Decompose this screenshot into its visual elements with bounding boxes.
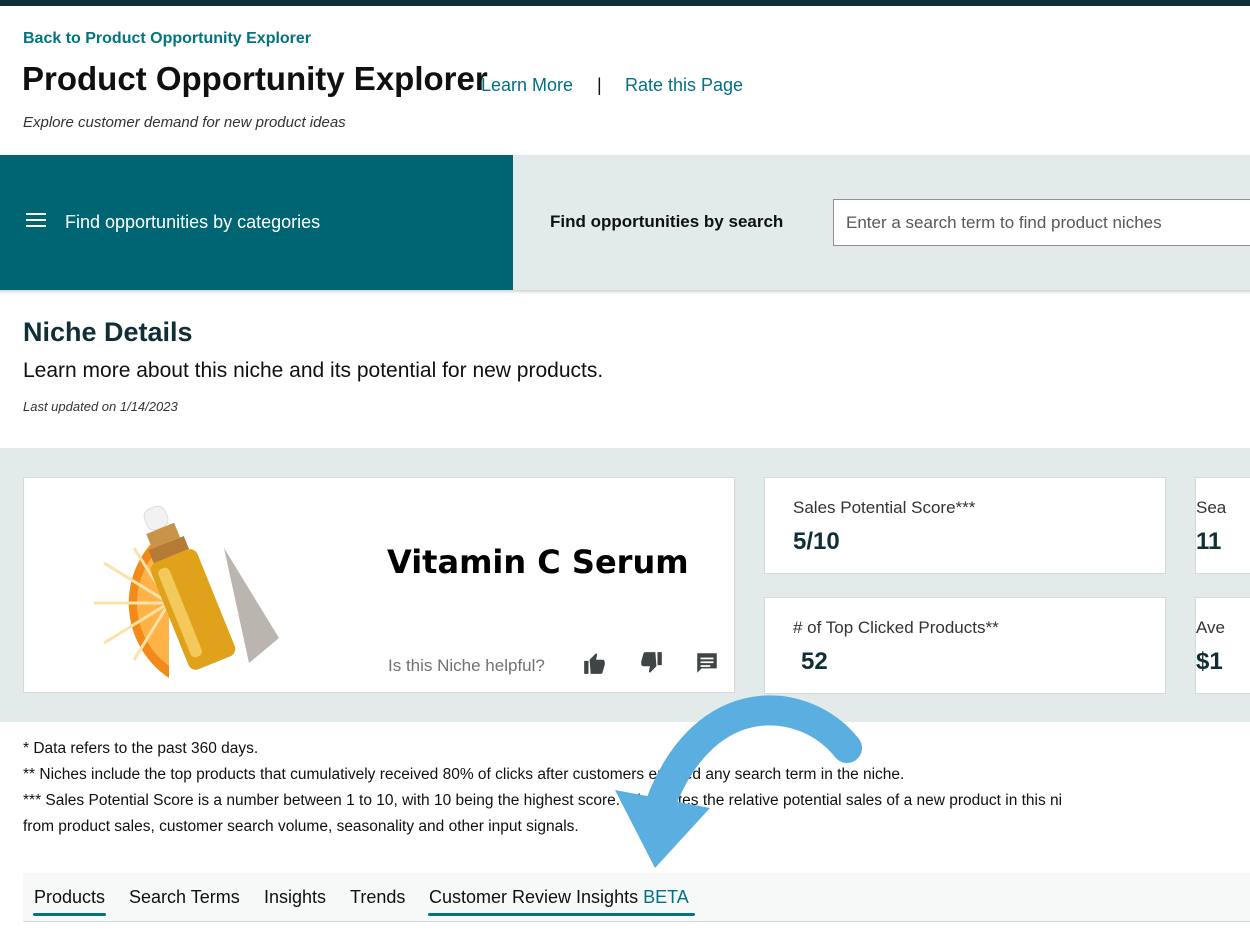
last-updated: Last updated on 1/14/2023 bbox=[23, 399, 178, 414]
tab-review-underline bbox=[428, 913, 695, 916]
metric-label: Sales Potential Score*** bbox=[793, 498, 976, 517]
metric-value: 11 bbox=[1196, 528, 1222, 555]
niche-description: Learn more about this niche and its pote… bbox=[23, 359, 604, 382]
page-title: Product Opportunity Explorer bbox=[22, 60, 488, 97]
comment-icon[interactable] bbox=[694, 650, 720, 676]
tab-trends[interactable]: Trends bbox=[350, 887, 405, 908]
metric-card-sales-potential: Sales Potential Score*** 5/10 bbox=[764, 477, 1166, 574]
metric-value: 52 bbox=[801, 648, 828, 675]
niche-heading: Niche Details bbox=[23, 317, 193, 347]
hamburger-menu-icon[interactable] bbox=[26, 213, 46, 229]
metric-label: # of Top Clicked Products** bbox=[793, 618, 999, 637]
tab-search-terms[interactable]: Search Terms bbox=[129, 887, 240, 908]
search-label: Find opportunities by search bbox=[550, 212, 784, 231]
thumbs-down-icon[interactable] bbox=[638, 650, 664, 676]
metric-card-top-clicked: # of Top Clicked Products** 52 bbox=[764, 597, 1166, 694]
helpful-question: Is this Niche helpful? bbox=[388, 656, 545, 675]
metric-label: Ave bbox=[1196, 618, 1225, 637]
metric-value: $1 bbox=[1196, 648, 1223, 675]
tab-insights[interactable]: Insights bbox=[264, 887, 326, 908]
rate-page-link[interactable]: Rate this Page bbox=[625, 75, 743, 96]
vitamin-c-serum-image bbox=[94, 505, 279, 678]
footnote-3-cont: from product sales, customer search volu… bbox=[23, 818, 579, 835]
tab-label: Customer Review Insights bbox=[429, 887, 639, 907]
footnote-3: *** Sales Potential Score is a number be… bbox=[23, 792, 1063, 809]
metric-value: 5/10 bbox=[793, 528, 840, 555]
niche-card: Vitamin C Serum Is this Niche helpful? bbox=[23, 477, 735, 693]
thumbs-up-icon[interactable] bbox=[582, 650, 608, 676]
tab-products-underline bbox=[33, 913, 106, 916]
niche-name: Vitamin C Serum bbox=[387, 543, 689, 581]
categories-label[interactable]: Find opportunities by categories bbox=[65, 212, 320, 233]
tab-customer-review-insights[interactable]: Customer Review Insights BETA bbox=[429, 887, 689, 908]
title-separator: | bbox=[597, 75, 602, 95]
top-bar bbox=[0, 0, 1250, 6]
tab-products[interactable]: Products bbox=[34, 887, 105, 908]
metric-label: Sea bbox=[1196, 498, 1227, 517]
page-subtitle: Explore customer demand for new product … bbox=[23, 114, 346, 131]
back-link[interactable]: Back to Product Opportunity Explorer bbox=[23, 30, 311, 48]
divider bbox=[0, 290, 1250, 294]
footnote-1: * Data refers to the past 360 days. bbox=[23, 740, 259, 757]
footnote-2: ** Niches include the top products that … bbox=[23, 766, 905, 783]
search-input[interactable] bbox=[833, 199, 1250, 246]
metric-card-average: Ave $1 bbox=[1195, 597, 1250, 694]
learn-more-link[interactable]: Learn More bbox=[481, 75, 573, 96]
beta-badge: BETA bbox=[643, 887, 689, 907]
metric-card-search: Sea 11 bbox=[1195, 477, 1250, 574]
